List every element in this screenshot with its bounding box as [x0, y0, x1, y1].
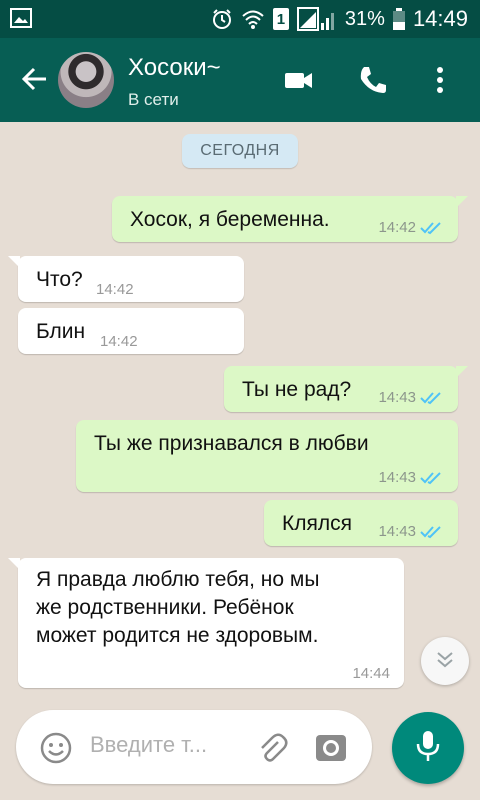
message-text-line: Я правда люблю тебя, но мы — [36, 568, 320, 591]
clock: 14:49 — [412, 6, 468, 31]
emoji-icon[interactable] — [40, 732, 72, 769]
message-outgoing[interactable]: Ты же признавался в любви 14:43 — [76, 420, 458, 492]
message-time: 14:43 — [378, 469, 416, 486]
mic-icon — [414, 729, 442, 768]
contact-status: В сети — [128, 90, 179, 109]
battery-percent: 31% — [344, 7, 385, 30]
signal-icon — [296, 7, 337, 31]
status-bar: 1 31% 14:49 — [0, 0, 480, 38]
message-time: 14:42 — [96, 281, 134, 298]
scroll-down-button[interactable] — [421, 637, 469, 685]
sim-icon: 1 — [272, 8, 289, 30]
date-label: СЕГОДНЯ — [182, 134, 298, 168]
message-text: Клялся — [282, 512, 352, 535]
message-text: Блин — [36, 320, 86, 343]
back-arrow-icon[interactable] — [20, 64, 50, 99]
contact-name[interactable]: Хосоки~ — [128, 54, 221, 82]
double-check-icon — [420, 391, 442, 405]
chat-header: Хосоки~ В сети — [0, 38, 480, 122]
chevron-down-icon — [435, 650, 455, 673]
double-check-icon — [420, 221, 442, 235]
avatar[interactable] — [58, 52, 114, 108]
message-outgoing[interactable]: Ты не рад? 14:43 — [224, 366, 468, 412]
sim-badge: 1 — [276, 10, 286, 28]
chat-area[interactable]: СЕГОДНЯ Хосок, я беременна. 14:42 Что? 1… — [0, 122, 480, 800]
message-text: Что? — [36, 268, 83, 291]
gallery-icon — [10, 8, 32, 28]
more-vert-icon[interactable] — [434, 64, 446, 101]
attach-icon[interactable] — [256, 730, 288, 769]
double-check-icon — [420, 471, 442, 485]
double-check-icon — [420, 525, 442, 539]
mic-button[interactable] — [392, 712, 464, 784]
message-text-line: же родственники. Ребёнок — [36, 596, 294, 619]
alarm-icon — [211, 8, 233, 30]
message-text: Хосок, я беременна. — [130, 208, 330, 231]
message-time: 14:43 — [378, 523, 416, 540]
message-outgoing[interactable]: Клялся 14:43 — [264, 500, 458, 546]
message-incoming[interactable]: Что? 14:42 — [8, 256, 244, 302]
message-text: Ты же признавался в любви — [94, 432, 369, 455]
message-composer — [16, 710, 372, 784]
message-incoming[interactable]: Я правда люблю тебя, но мы же родственни… — [8, 558, 404, 688]
message-incoming[interactable]: Блин 14:42 — [18, 308, 244, 354]
message-text: Ты не рад? — [242, 378, 352, 401]
message-time: 14:42 — [378, 219, 416, 236]
message-outgoing[interactable]: Хосок, я беременна. 14:42 — [112, 196, 468, 242]
video-call-icon[interactable] — [283, 64, 315, 101]
message-time: 14:42 — [100, 333, 138, 350]
message-input[interactable] — [90, 732, 240, 758]
camera-icon[interactable] — [314, 730, 348, 769]
battery-icon — [392, 8, 405, 30]
message-time: 14:44 — [352, 665, 390, 682]
message-time: 14:43 — [378, 389, 416, 406]
message-text-line: может родится не здоровым. — [36, 624, 319, 647]
phone-call-icon[interactable] — [357, 64, 389, 101]
wifi-icon — [241, 8, 265, 30]
